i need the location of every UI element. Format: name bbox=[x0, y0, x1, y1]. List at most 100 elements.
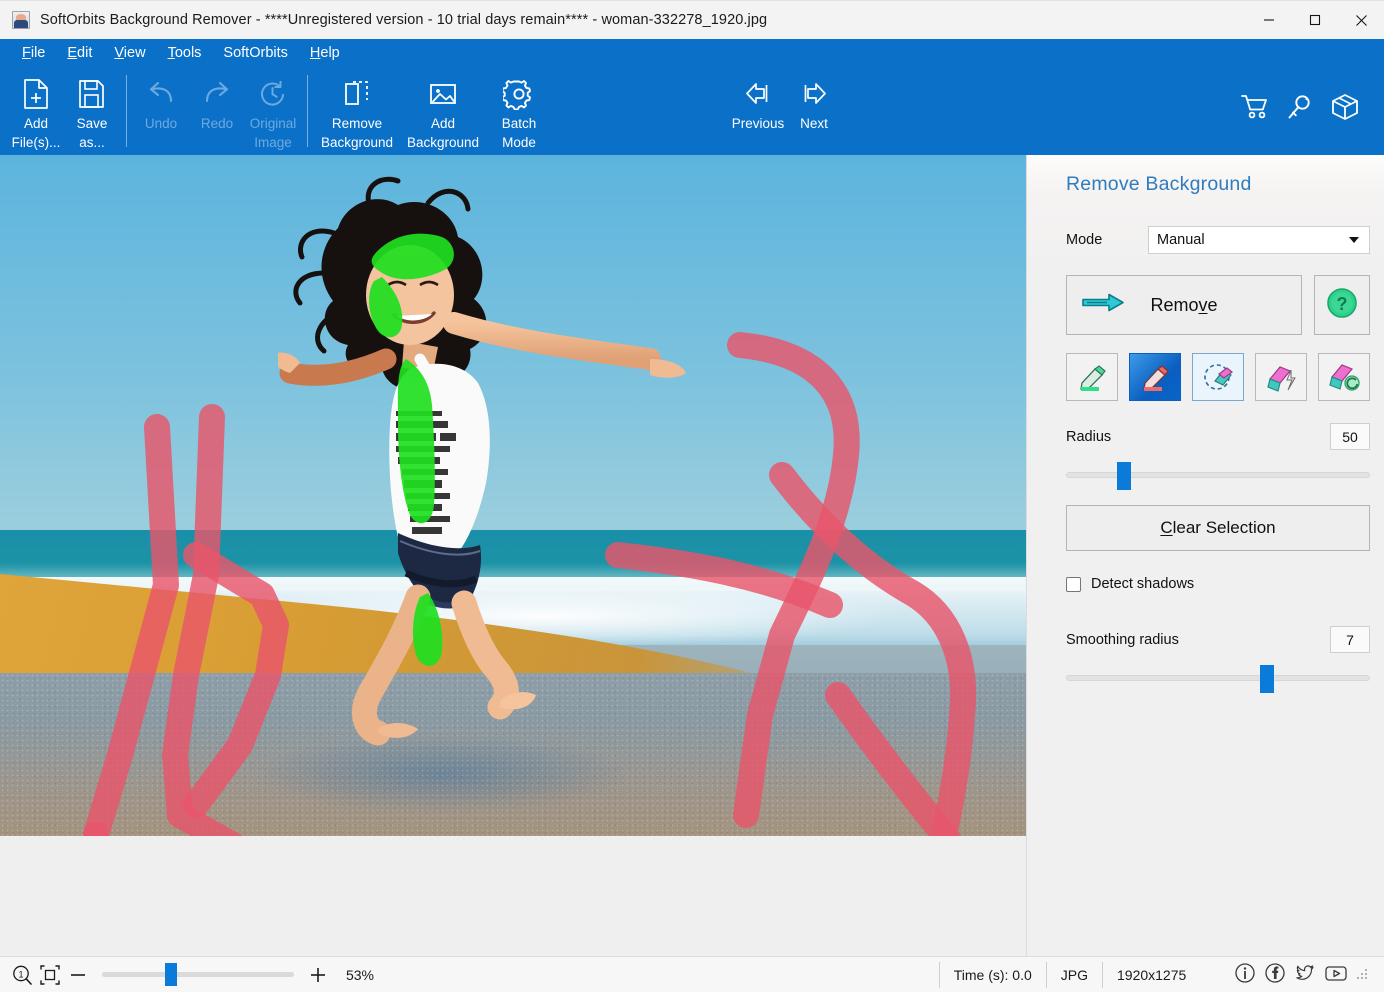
remove-button[interactable]: Remove bbox=[1066, 275, 1302, 335]
fit-to-window-icon[interactable] bbox=[36, 961, 64, 989]
tool-background-marker[interactable] bbox=[1129, 353, 1181, 401]
remove-row: Remove ? bbox=[1066, 275, 1370, 335]
previous-label: Previous bbox=[732, 114, 785, 133]
mode-selected-value: Manual bbox=[1157, 232, 1205, 248]
tool-magic-wand[interactable] bbox=[1255, 353, 1307, 401]
detect-shadows-label: Detect shadows bbox=[1091, 576, 1194, 592]
zoom-in-button[interactable] bbox=[304, 961, 332, 989]
dashed-square-icon bbox=[341, 74, 373, 114]
mode-select[interactable]: Manual bbox=[1148, 226, 1370, 254]
menu-file[interactable]: File bbox=[12, 43, 57, 63]
clear-selection-button[interactable]: Clear Selection bbox=[1066, 505, 1370, 551]
zoom-controls: 1 53% bbox=[0, 961, 388, 989]
zoom-slider[interactable] bbox=[102, 972, 294, 977]
tool-foreground-marker[interactable] bbox=[1066, 353, 1118, 401]
title-bar: SoftOrbits Background Remover - ****Unre… bbox=[0, 0, 1384, 39]
maximize-button[interactable] bbox=[1292, 1, 1338, 40]
save-icon bbox=[77, 74, 107, 114]
redo-button[interactable]: Redo bbox=[189, 69, 245, 133]
add-files-label: Add File(s)... bbox=[12, 114, 61, 152]
smoothing-slider[interactable] bbox=[1066, 675, 1370, 681]
shopping-cart-icon[interactable] bbox=[1240, 93, 1270, 126]
original-image-button[interactable]: Original Image bbox=[245, 69, 301, 152]
add-background-button[interactable]: Add Background bbox=[400, 69, 486, 152]
background-marker-strokes bbox=[0, 155, 1026, 836]
status-format: JPG bbox=[1046, 962, 1102, 988]
tool-restore-area[interactable] bbox=[1318, 353, 1370, 401]
menu-tools[interactable]: Tools bbox=[158, 43, 214, 63]
previous-button[interactable]: Previous bbox=[730, 69, 786, 133]
add-files-button[interactable]: Add File(s)... bbox=[8, 69, 64, 152]
menu-softorbits[interactable]: SoftOrbits bbox=[213, 43, 299, 63]
navigation-group: Previous Next bbox=[730, 69, 842, 133]
radius-slider-thumb[interactable] bbox=[1117, 462, 1131, 490]
arrow-left-icon bbox=[741, 74, 775, 114]
save-as-label: Save as... bbox=[77, 114, 108, 152]
remove-button-label: Remove bbox=[1150, 295, 1217, 316]
menu-bar: File Edit View Tools SoftOrbits Help bbox=[0, 39, 1384, 67]
facebook-icon[interactable] bbox=[1264, 962, 1286, 987]
svg-text:?: ? bbox=[1337, 294, 1348, 314]
detect-shadows-row[interactable]: Detect shadows bbox=[1066, 576, 1370, 592]
window-controls bbox=[1246, 1, 1384, 40]
add-file-icon bbox=[21, 74, 51, 114]
gear-icon bbox=[503, 74, 535, 114]
status-time: Time (s): 0.0 bbox=[939, 962, 1046, 988]
zoom-slider-thumb[interactable] bbox=[165, 963, 177, 986]
key-icon[interactable] bbox=[1286, 93, 1314, 126]
picture-icon bbox=[427, 74, 459, 114]
radius-label: Radius bbox=[1066, 429, 1330, 445]
undo-button[interactable]: Undo bbox=[133, 69, 189, 133]
right-panel: Remove Background Mode Manual Rem bbox=[1026, 155, 1384, 956]
save-as-button[interactable]: Save as... bbox=[64, 69, 120, 152]
remove-background-button[interactable]: Remove Background bbox=[314, 69, 400, 152]
arrow-right-icon bbox=[1081, 292, 1125, 319]
mode-row: Mode Manual bbox=[1066, 226, 1370, 254]
undo-arrow-icon bbox=[144, 74, 178, 114]
original-image-label: Original Image bbox=[250, 114, 297, 152]
mode-label: Mode bbox=[1066, 232, 1134, 248]
svg-text:1: 1 bbox=[18, 969, 23, 979]
radius-slider[interactable] bbox=[1066, 472, 1370, 478]
radius-slider-block: Radius 50 bbox=[1066, 423, 1370, 478]
info-icon[interactable] bbox=[1234, 962, 1256, 987]
minimize-button[interactable] bbox=[1246, 1, 1292, 40]
status-dimensions: 1920x1275 bbox=[1102, 962, 1220, 988]
menu-help[interactable]: Help bbox=[300, 43, 352, 63]
smoothing-label: Smoothing radius bbox=[1066, 632, 1330, 648]
tool-eraser[interactable] bbox=[1192, 353, 1244, 401]
smoothing-slider-block: Smoothing radius 7 bbox=[1066, 626, 1370, 681]
detect-shadows-checkbox[interactable] bbox=[1066, 577, 1081, 592]
radius-value[interactable]: 50 bbox=[1330, 423, 1370, 450]
toolbar-separator-2 bbox=[307, 75, 308, 147]
smoothing-value[interactable]: 7 bbox=[1330, 626, 1370, 653]
status-bar: 1 53% Ti bbox=[0, 956, 1384, 992]
youtube-icon[interactable] bbox=[1324, 962, 1348, 987]
smoothing-slider-thumb[interactable] bbox=[1260, 665, 1274, 693]
twitter-icon[interactable] bbox=[1294, 962, 1316, 987]
redo-label: Redo bbox=[201, 114, 233, 133]
main-toolbar: Add File(s)... Save as... Undo bbox=[0, 67, 1384, 155]
zoom-one-to-one-icon[interactable]: 1 bbox=[8, 961, 36, 989]
zoom-percent: 53% bbox=[332, 967, 388, 983]
chevron-down-icon bbox=[1349, 237, 1359, 243]
image-canvas[interactable] bbox=[0, 155, 1026, 956]
zoom-out-button[interactable] bbox=[64, 961, 92, 989]
window-title: SoftOrbits Background Remover - ****Unre… bbox=[40, 12, 767, 28]
arrow-right-icon bbox=[797, 74, 831, 114]
app-icon bbox=[12, 11, 30, 29]
resize-grip[interactable] bbox=[1356, 968, 1370, 982]
menu-view[interactable]: View bbox=[104, 43, 157, 63]
batch-mode-label: Batch Mode bbox=[502, 114, 537, 152]
menu-edit[interactable]: Edit bbox=[57, 43, 104, 63]
selection-tools bbox=[1066, 353, 1370, 401]
remove-background-label: Remove Background bbox=[321, 114, 393, 152]
box-icon[interactable] bbox=[1330, 93, 1360, 126]
close-button[interactable] bbox=[1338, 1, 1384, 40]
toolbar-separator-1 bbox=[126, 75, 127, 147]
status-social-icons bbox=[1220, 962, 1384, 987]
help-button[interactable]: ? bbox=[1314, 275, 1370, 335]
batch-mode-button[interactable]: Batch Mode bbox=[486, 69, 552, 152]
history-clock-icon bbox=[257, 74, 289, 114]
next-button[interactable]: Next bbox=[786, 69, 842, 133]
